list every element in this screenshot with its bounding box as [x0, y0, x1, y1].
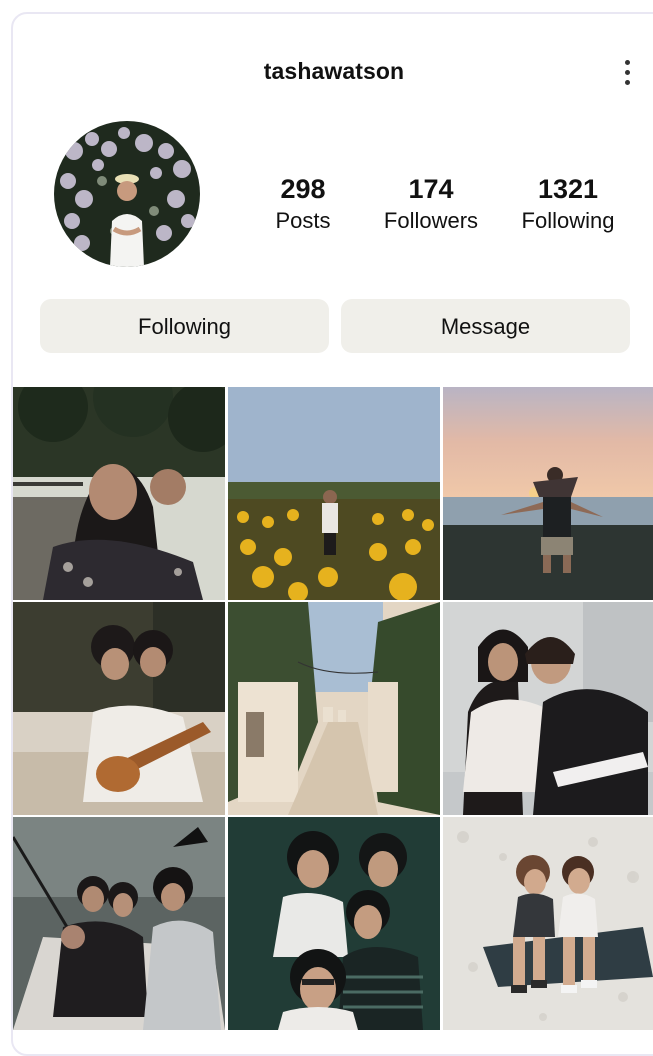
profile-stats: 298 Posts 174 Followers 1321 Following	[233, 174, 653, 244]
post-thumbnail[interactable]	[228, 602, 440, 815]
stat-posts-label: Posts	[275, 208, 331, 233]
stat-followers[interactable]: 174 Followers	[361, 174, 501, 236]
stat-following-value: 1321	[537, 174, 599, 204]
post-thumbnail[interactable]	[443, 817, 653, 1030]
stat-posts-value: 298	[280, 174, 326, 204]
post-thumbnail[interactable]	[443, 602, 653, 815]
stat-followers-label: Followers	[383, 208, 479, 233]
following-button[interactable]: Following	[40, 299, 329, 353]
stat-following-label: Following	[521, 208, 615, 233]
message-button[interactable]: Message	[341, 299, 630, 353]
avatar[interactable]	[54, 121, 200, 267]
stat-following[interactable]: 1321 Following	[498, 174, 638, 236]
profile-header: tashawatson	[13, 14, 653, 85]
profile-card: tashawatson 298 Posts 174 Followers 1321…	[11, 12, 653, 1056]
stat-followers-value: 174	[408, 174, 454, 204]
post-thumbnail[interactable]	[13, 387, 225, 600]
post-thumbnail[interactable]	[228, 387, 440, 600]
post-thumbnail[interactable]	[13, 602, 225, 815]
post-thumbnail[interactable]	[13, 817, 225, 1030]
post-thumbnail[interactable]	[228, 817, 440, 1030]
stat-posts[interactable]: 298 Posts	[233, 174, 373, 236]
profile-username: tashawatson	[263, 58, 405, 84]
post-thumbnail[interactable]	[443, 387, 653, 600]
more-vertical-icon[interactable]	[619, 60, 635, 92]
